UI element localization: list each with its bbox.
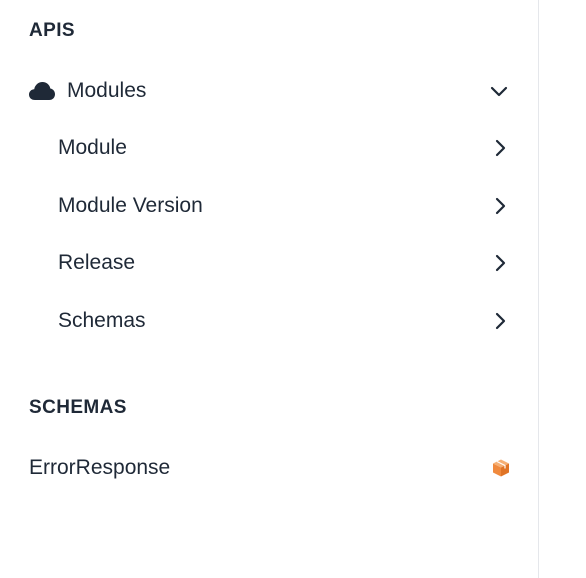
chevron-right-icon — [490, 253, 510, 273]
schema-item-errorresponse[interactable]: ErrorResponse — [0, 446, 539, 490]
nav-item-module[interactable]: Module — [0, 126, 539, 170]
nav-item-label: Module Version — [58, 194, 203, 217]
nav-item-module-version[interactable]: Module Version — [0, 184, 539, 228]
nav-item-label: Release — [58, 251, 136, 274]
nav-item-schemas[interactable]: Schemas — [0, 299, 539, 343]
cube-icon — [491, 458, 511, 478]
nav-item-label: Module — [58, 136, 127, 159]
nav-item-release[interactable]: Release — [0, 241, 539, 285]
nav-group-modules[interactable]: Modules — [0, 69, 539, 113]
nav-item-label: Schemas — [58, 309, 146, 332]
api-sidebar: APIS Modules Module Module Version Relea… — [0, 0, 539, 578]
chevron-right-icon — [490, 196, 510, 216]
cloud-icon — [28, 80, 56, 102]
chevron-right-icon — [490, 311, 510, 331]
section-title-apis: APIS — [29, 20, 75, 41]
section-title-schemas: SCHEMAS — [29, 397, 127, 418]
chevron-down-icon[interactable] — [489, 81, 509, 101]
chevron-right-icon — [490, 138, 510, 158]
schema-item-label: ErrorResponse — [29, 456, 171, 479]
nav-group-label: Modules — [67, 79, 147, 102]
